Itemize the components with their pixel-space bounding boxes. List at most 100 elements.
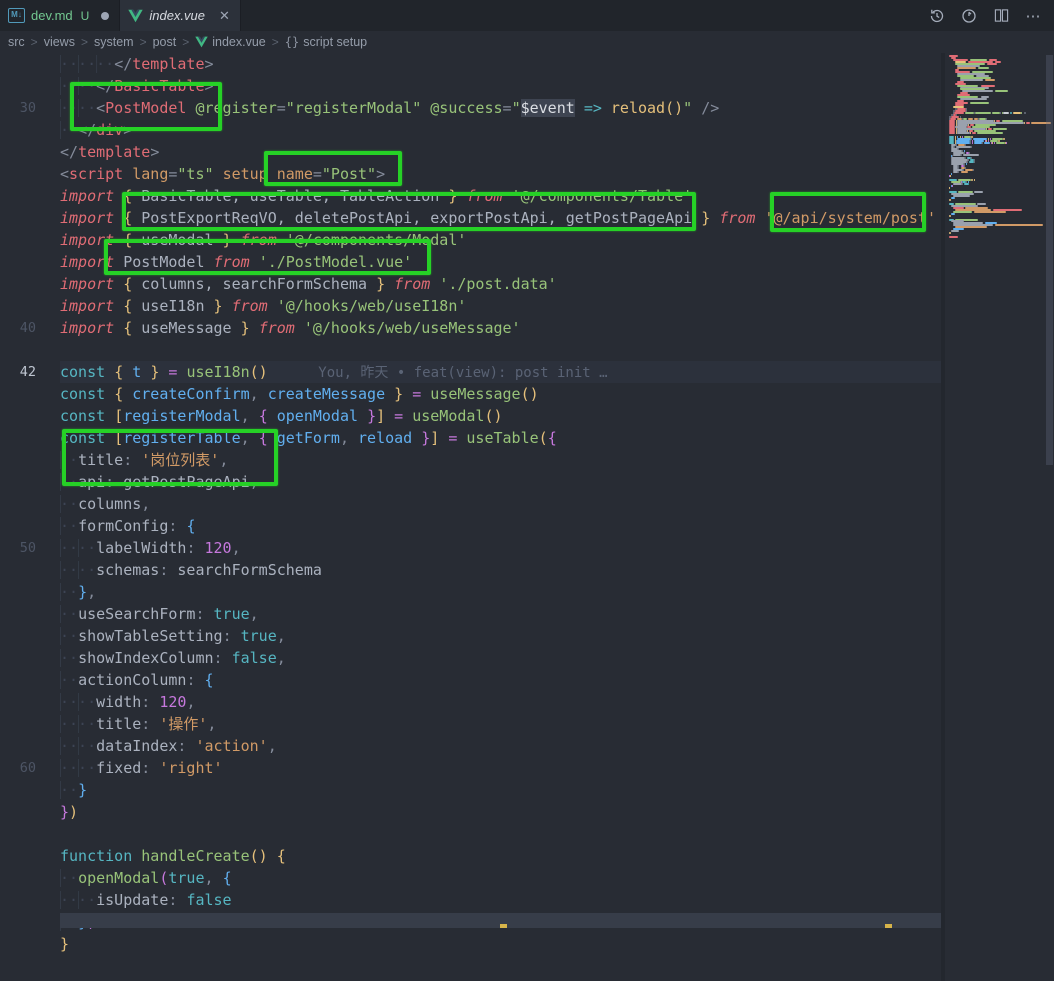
breadcrumb-item-views[interactable]: views bbox=[44, 35, 75, 49]
breadcrumb-label: system bbox=[94, 35, 134, 49]
tab-indexvue[interactable]: index.vue ✕ bbox=[120, 0, 241, 31]
code-line-text[interactable]: import { PostExportReqVO, deletePostApi,… bbox=[60, 207, 941, 229]
code-line-text[interactable]: const { createConfirm, createMessage } =… bbox=[60, 383, 941, 405]
line-number bbox=[0, 339, 60, 361]
scrollbar bbox=[1045, 53, 1054, 981]
code-line-text[interactable]: import { useI18n } from '@/hooks/web/use… bbox=[60, 295, 941, 317]
code-line: <script lang="ts" setup name="Post"> bbox=[0, 163, 941, 185]
code-line-text[interactable]: ··}, bbox=[60, 581, 941, 603]
close-icon[interactable]: ✕ bbox=[219, 8, 230, 24]
code-line bbox=[0, 339, 941, 361]
code-line-text[interactable]: const [registerModal, { openModal }] = u… bbox=[60, 405, 941, 427]
code-line-text[interactable]: ··title: '岗位列表', bbox=[60, 449, 941, 471]
code-line-text[interactable]: ····title: '操作', bbox=[60, 713, 941, 735]
breadcrumb-item-system[interactable]: system bbox=[94, 35, 134, 49]
code-line-text[interactable]: } bbox=[60, 933, 941, 955]
line-number bbox=[0, 251, 60, 273]
code-line: 42const { t } = useI18n()You, 昨天 • feat(… bbox=[0, 361, 941, 383]
code-line-text[interactable]: ····schemas: searchFormSchema bbox=[60, 559, 941, 581]
code-line-text[interactable]: ······</template> bbox=[60, 53, 941, 75]
code-line-text[interactable]: <script lang="ts" setup name="Post"> bbox=[60, 163, 941, 185]
code-line-text[interactable]: import { columns, searchFormSchema } fro… bbox=[60, 273, 941, 295]
unsaved-dot-icon[interactable] bbox=[101, 12, 109, 20]
code-line: ··openModal(true, { bbox=[0, 867, 941, 889]
code-line-text[interactable]: ··columns, bbox=[60, 493, 941, 515]
code-line-text[interactable]: ····fixed: 'right' bbox=[60, 757, 941, 779]
code-line-text[interactable]: const [registerTable, { getForm, reload … bbox=[60, 427, 941, 449]
code-line-text[interactable]: ··actionColumn: { bbox=[60, 669, 941, 691]
code-line-text[interactable] bbox=[60, 823, 941, 845]
tab-label: index.vue bbox=[149, 8, 205, 23]
line-number bbox=[0, 691, 60, 713]
line-number bbox=[0, 889, 60, 911]
breadcrumb-label: script setup bbox=[303, 35, 367, 49]
code-line-text[interactable]: ··formConfig: { bbox=[60, 515, 941, 537]
code-line-text[interactable]: import PostModel from './PostModel.vue' bbox=[60, 251, 941, 273]
line-number bbox=[0, 185, 60, 207]
scrollbar-slider[interactable] bbox=[1046, 55, 1053, 465]
line-number: 40 bbox=[0, 317, 60, 339]
breadcrumb-label: index.vue bbox=[212, 35, 266, 49]
code-line-text[interactable]: ··</div> bbox=[60, 119, 941, 141]
code-line-text[interactable]: </template> bbox=[60, 141, 941, 163]
code-line-text[interactable]: import { BasicTable, useTable, TableActi… bbox=[60, 185, 941, 207]
line-number: 42 bbox=[0, 361, 60, 383]
code-line: ····dataIndex: 'action', bbox=[0, 735, 941, 757]
code-line-text[interactable]: function handleCreate() { bbox=[60, 845, 941, 867]
breadcrumb-item-post[interactable]: post bbox=[153, 35, 177, 49]
line-number bbox=[0, 53, 60, 75]
minimap[interactable] bbox=[941, 53, 1054, 981]
open-changes-icon[interactable] bbox=[960, 7, 978, 25]
line-number bbox=[0, 823, 60, 845]
code-line-text[interactable]: ····<PostModel @register="registerModal"… bbox=[60, 97, 941, 119]
code-line: ··showTableSetting: true, bbox=[0, 625, 941, 647]
code-line-text[interactable]: import { useMessage } from '@/hooks/web/… bbox=[60, 317, 941, 339]
code-line-text[interactable]: ··} bbox=[60, 779, 941, 801]
code-line: ··formConfig: { bbox=[0, 515, 941, 537]
code-line: function handleCreate() { bbox=[0, 845, 941, 867]
code-line-text[interactable]: }) bbox=[60, 801, 941, 823]
history-icon[interactable] bbox=[928, 7, 946, 25]
code-line-text[interactable]: ··openModal(true, { bbox=[60, 867, 941, 889]
code-line-text[interactable]: ····width: 120, bbox=[60, 691, 941, 713]
code-line: import { PostExportReqVO, deletePostApi,… bbox=[0, 207, 941, 229]
symbol-braces-icon: {} bbox=[285, 35, 299, 49]
breadcrumb-item-script-setup[interactable]: {} script setup bbox=[285, 35, 367, 49]
split-editor-icon[interactable] bbox=[992, 7, 1010, 25]
vue-icon bbox=[195, 36, 208, 48]
code-line: ··columns, bbox=[0, 493, 941, 515]
code-line-text[interactable] bbox=[60, 339, 941, 361]
tab-bar: M↓ dev.md U index.vue ✕ bbox=[0, 0, 1054, 31]
line-number bbox=[0, 801, 60, 823]
code-line-text[interactable]: ····isUpdate: false bbox=[60, 889, 941, 911]
code-line-text[interactable]: ··showIndexColumn: false, bbox=[60, 647, 941, 669]
more-actions-icon[interactable]: ⋯ bbox=[1024, 7, 1042, 25]
line-number bbox=[0, 867, 60, 889]
code-line-text[interactable]: ····labelWidth: 120, bbox=[60, 537, 941, 559]
line-number bbox=[0, 647, 60, 669]
code-line: import { columns, searchFormSchema } fro… bbox=[0, 273, 941, 295]
code-line-text[interactable]: ··api: getPostPageApi, bbox=[60, 471, 941, 493]
breadcrumb-item-index-vue[interactable]: index.vue bbox=[195, 35, 266, 49]
code-line-text[interactable]: ··useSearchForm: true, bbox=[60, 603, 941, 625]
code-line: const { createConfirm, createMessage } =… bbox=[0, 383, 941, 405]
code-line: 50····labelWidth: 120, bbox=[0, 537, 941, 559]
tab-devmd[interactable]: M↓ dev.md U bbox=[0, 0, 120, 31]
line-number: 30 bbox=[0, 97, 60, 119]
line-number bbox=[0, 75, 60, 97]
code-line-text[interactable] bbox=[60, 955, 941, 977]
code-line-text[interactable]: ··showTableSetting: true, bbox=[60, 625, 941, 647]
code-line-text[interactable]: ····</BasicTable> bbox=[60, 75, 941, 97]
code-line: ··actionColumn: { bbox=[0, 669, 941, 691]
breadcrumb-item-src[interactable]: src bbox=[8, 35, 25, 49]
partial-next-line bbox=[60, 913, 941, 928]
code-line: 60····fixed: 'right' bbox=[0, 757, 941, 779]
code-editor[interactable]: ······</template>····</BasicTable>30····… bbox=[0, 53, 941, 981]
code-line-text[interactable]: ····dataIndex: 'action', bbox=[60, 735, 941, 757]
line-number bbox=[0, 559, 60, 581]
code-line: import { useModal } from '@/components/M… bbox=[0, 229, 941, 251]
code-line-text[interactable]: const { t } = useI18n()You, 昨天 • feat(vi… bbox=[60, 361, 941, 383]
git-status-badge: U bbox=[81, 9, 90, 23]
code-line-text[interactable]: import { useModal } from '@/components/M… bbox=[60, 229, 941, 251]
vscode-window: M↓ dev.md U index.vue ✕ bbox=[0, 0, 1054, 981]
